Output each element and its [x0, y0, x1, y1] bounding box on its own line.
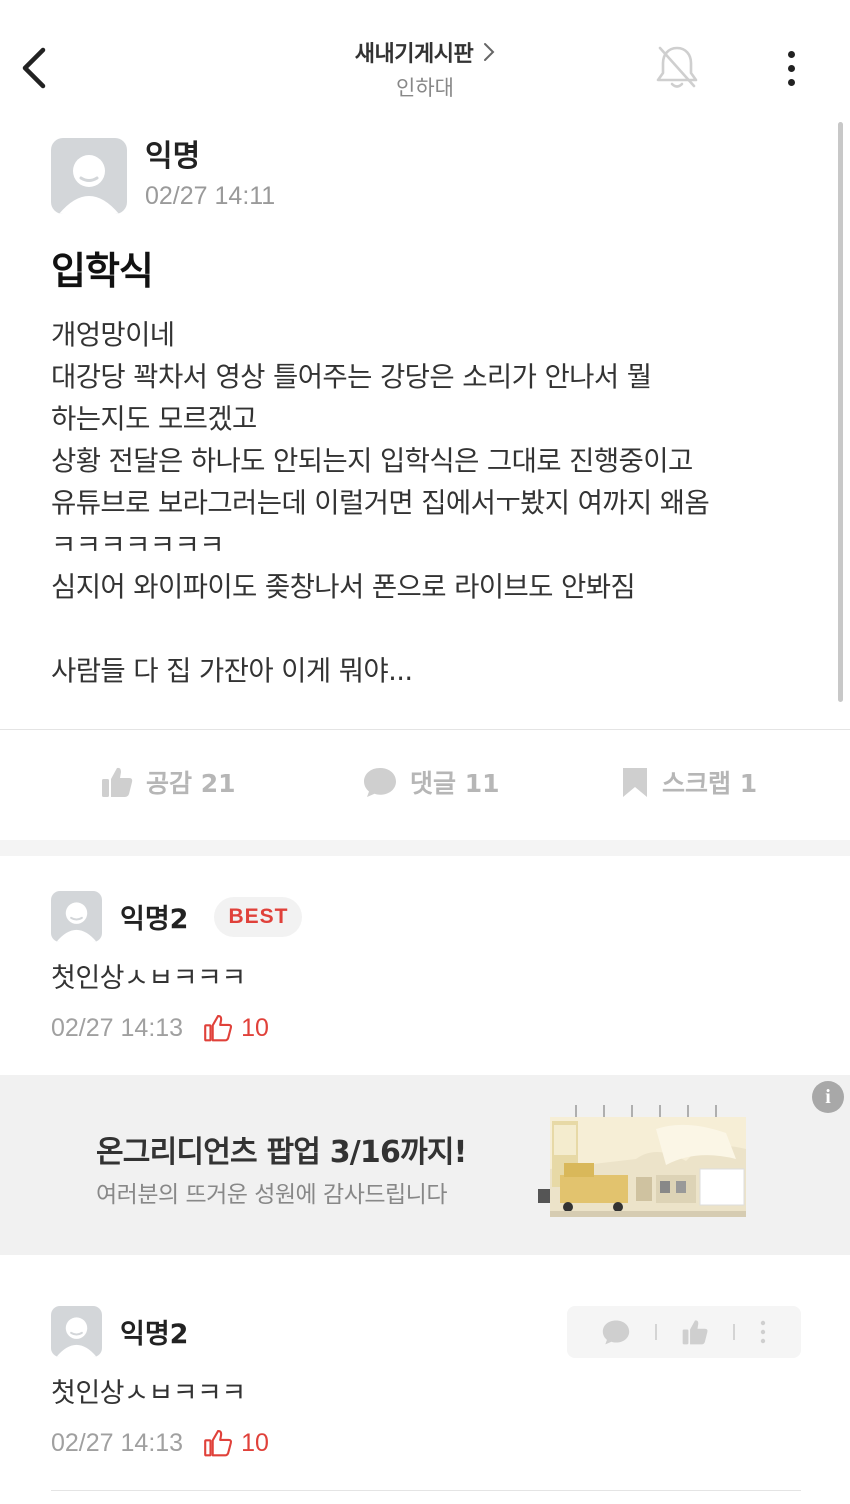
comment-label: 댓글 11	[410, 769, 500, 798]
bookmark-icon	[623, 768, 647, 797]
comment-text: 첫인상ㅅㅂㅋㅋㅋ	[51, 963, 246, 994]
chevron-right-icon	[484, 43, 495, 61]
comment-author: 익명2	[120, 904, 189, 935]
ad-title: 온그리디언츠 팝업 3/16까지!	[96, 1135, 467, 1170]
comment-like-number: 10	[241, 1428, 269, 1457]
ad-popup-store-image[interactable]	[536, 1099, 750, 1223]
comment-more-button[interactable]	[759, 1320, 767, 1344]
speech-bubble-icon	[364, 768, 396, 797]
comment-like-number: 10	[241, 1013, 269, 1042]
bell-off-icon	[656, 46, 698, 88]
like-label: 공감 21	[146, 769, 236, 798]
comment-like-count: 10	[203, 1428, 269, 1458]
board-header[interactable]: 새내기게시판 인하대	[275, 36, 575, 102]
best-comment: 익명2 BEST 첫인상ㅅㅂㅋㅋㅋ 02/27 14:13 10	[51, 891, 801, 1043]
default-avatar-icon	[56, 902, 97, 942]
post-body-line	[51, 608, 811, 650]
scrollbar[interactable]	[838, 122, 843, 702]
board-title[interactable]: 새내기게시판	[355, 36, 495, 68]
best-badge: BEST	[214, 896, 303, 937]
post-body-line: 유튜브로 보라그러는데 이럴거면 집에서ㅜ봤지 여까지 왜옴	[51, 487, 710, 519]
comment-date: 02/27 14:13	[51, 1013, 184, 1042]
avatar[interactable]	[51, 138, 127, 214]
comment: 익명2 첫인상ㅅㅂㅋㅋㅋ 02/27 14:13 10	[51, 1306, 801, 1458]
more-options-button[interactable]	[776, 46, 806, 90]
post-actions: 공감 21 댓글 11 스크랩 1	[0, 740, 850, 830]
comment-toolbar	[567, 1306, 801, 1358]
speech-bubble-icon	[602, 1320, 630, 1345]
scrap-label: 스크랩 1	[662, 769, 758, 798]
post-body-line: 하는지도 모르겠고	[51, 403, 257, 435]
more-dot-icon	[787, 64, 795, 72]
scrap-button[interactable]: 스크랩 1	[620, 764, 757, 800]
post-body-line: 개엉망이네	[51, 319, 175, 351]
comment-like-button[interactable]	[681, 1318, 709, 1346]
board-title-label: 새내기게시판	[354, 42, 474, 67]
post-body-line: 상황 전달은 하나도 안되는지 입학식은 그대로 진행중이고	[51, 445, 693, 477]
post-author-name: 익명	[145, 139, 201, 174]
post-body: 개엉망이네 대강당 꽉차서 영상 틀어주는 강당은 소리가 안나서 뭘 하는지도…	[51, 314, 811, 692]
post-body-line: 사람들 다 집 가잔아 이게 뭐야...	[51, 655, 413, 687]
post-title: 입학식	[51, 249, 154, 293]
more-dot-icon	[787, 50, 795, 58]
vertical-dots-icon	[760, 1320, 766, 1344]
comment-date: 02/27 14:13	[51, 1428, 184, 1457]
thumbs-up-icon	[682, 1320, 708, 1345]
reply-button[interactable]	[601, 1318, 631, 1346]
chevron-left-icon	[22, 47, 46, 89]
comment-like-count: 10	[203, 1013, 269, 1043]
ad-banner[interactable]: 온그리디언츠 팝업 3/16까지! 여러분의 뜨거운 성원에 감사드립니다 i	[0, 1075, 850, 1255]
divider	[0, 729, 850, 730]
notification-off-button[interactable]	[652, 42, 702, 92]
back-button[interactable]	[14, 44, 54, 92]
comment-button[interactable]: 댓글 11	[362, 764, 500, 800]
post-body-line: ㅋㅋㅋㅋㅋㅋㅋ	[51, 529, 225, 561]
thumbs-up-outline-icon	[204, 1429, 233, 1457]
post-author-block: 익명 02/27 14:11	[51, 138, 275, 214]
ad-subtitle: 여러분의 뜨거운 성원에 감사드립니다	[96, 1182, 448, 1208]
thumbs-up-icon	[102, 767, 133, 797]
like-button[interactable]: 공감 21	[100, 764, 236, 800]
board-subtitle: 인하대	[396, 76, 454, 100]
post-body-line: 심지어 와이파이도 좆창나서 폰으로 라이브도 안봐짐	[51, 571, 636, 603]
ad-info-icon[interactable]: i	[812, 1081, 844, 1113]
section-divider	[0, 840, 850, 856]
top-bar: 새내기게시판 인하대	[0, 0, 850, 118]
thumbs-up-outline-icon	[204, 1014, 233, 1042]
default-avatar-icon	[59, 155, 119, 214]
avatar[interactable]	[51, 891, 102, 942]
comment-author: 익명2	[120, 1319, 189, 1350]
more-dot-icon	[787, 78, 795, 86]
avatar[interactable]	[51, 1306, 102, 1357]
toolbar-separator	[733, 1324, 735, 1340]
divider	[51, 1490, 801, 1491]
post-body-line: 대강당 꽉차서 영상 틀어주는 강당은 소리가 안나서 뭘	[51, 361, 652, 393]
toolbar-separator	[655, 1324, 657, 1340]
post-date: 02/27 14:11	[145, 182, 276, 210]
default-avatar-icon	[56, 1317, 97, 1357]
comment-text: 첫인상ㅅㅂㅋㅋㅋ	[51, 1378, 246, 1409]
